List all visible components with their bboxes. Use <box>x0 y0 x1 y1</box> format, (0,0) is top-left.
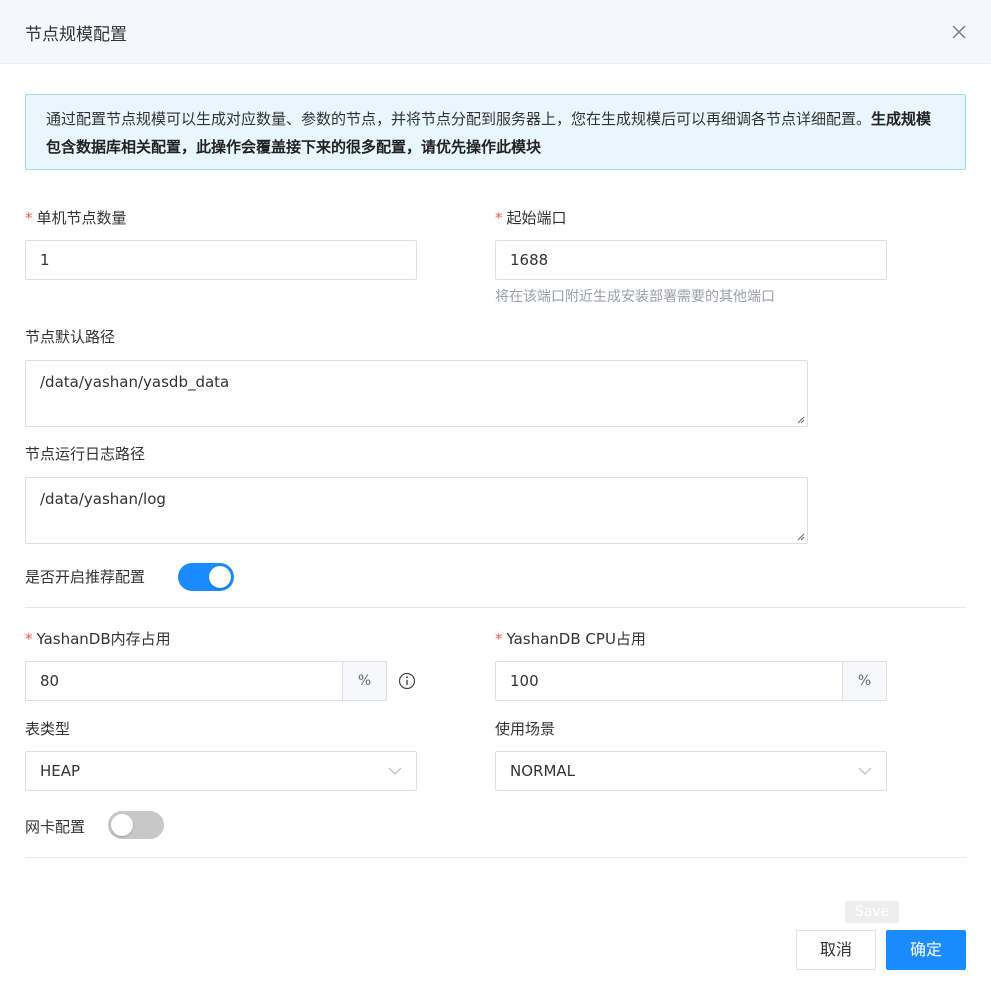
resize-handle-icon[interactable] <box>795 531 805 541</box>
memory-label-text: YashanDB内存占用 <box>36 630 171 648</box>
cpu-unit: % <box>842 662 886 700</box>
cpu-label-text: YashanDB CPU占用 <box>506 630 646 648</box>
nic-label: 网卡配置 <box>25 818 86 836</box>
recommend-label: 是否开启推荐配置 <box>25 568 146 586</box>
dialog-title: 节点规模配置 <box>25 25 127 45</box>
start-port-helper: 将在该端口附近生成安装部署需要的其他端口 <box>495 289 775 305</box>
switch-knob <box>111 814 133 836</box>
default-path-value: /data/yashan/yasdb_data <box>40 373 230 391</box>
info-notice: 通过配置节点规模可以生成对应数量、参数的节点，并将节点分配到服务器上，您在生成规… <box>25 94 966 170</box>
cancel-button[interactable]: 取消 <box>796 930 876 970</box>
dialog-header: 节点规模配置 <box>0 0 991 64</box>
required-mark: * <box>495 630 503 648</box>
nic-switch[interactable] <box>108 811 164 839</box>
chevron-down-icon <box>858 767 872 775</box>
start-port-label-text: 起始端口 <box>506 209 567 227</box>
log-path-label: 节点运行日志路径 <box>25 445 146 463</box>
start-port-value: 1688 <box>510 251 549 269</box>
log-path-textarea[interactable]: /data/yashan/log <box>25 477 808 544</box>
cpu-value: 100 <box>510 672 539 690</box>
memory-value: 80 <box>40 672 60 690</box>
scenario-label: 使用场景 <box>495 720 556 738</box>
section-divider <box>25 607 966 608</box>
notice-text: 通过配置节点规模可以生成对应数量、参数的节点，并将节点分配到服务器上，您在生成规… <box>46 110 872 128</box>
node-count-input[interactable]: 1 <box>25 240 417 280</box>
memory-input[interactable]: 80 % <box>25 661 387 701</box>
scenario-value: NORMAL <box>510 762 576 780</box>
chevron-down-icon <box>388 767 402 775</box>
confirm-button[interactable]: 确定 <box>886 930 966 970</box>
resize-handle-icon[interactable] <box>795 414 805 424</box>
required-mark: * <box>495 209 503 227</box>
table-type-select[interactable]: HEAP <box>25 751 417 791</box>
footer-divider <box>25 857 966 858</box>
recommend-switch[interactable] <box>178 563 234 591</box>
table-type-value: HEAP <box>40 762 81 780</box>
cpu-label: * YashanDB CPU占用 <box>495 628 646 649</box>
required-mark: * <box>25 630 33 648</box>
scenario-select[interactable]: NORMAL <box>495 751 887 791</box>
node-count-value: 1 <box>40 251 50 269</box>
node-count-label-text: 单机节点数量 <box>36 209 127 227</box>
close-icon <box>952 25 966 39</box>
memory-unit: % <box>342 662 386 700</box>
node-count-label: * 单机节点数量 <box>25 207 127 228</box>
required-mark: * <box>25 209 33 227</box>
log-path-value: /data/yashan/log <box>40 490 166 508</box>
cpu-input[interactable]: 100 % <box>495 661 887 701</box>
table-type-label: 表类型 <box>25 720 71 738</box>
close-button[interactable] <box>947 16 971 46</box>
default-path-label: 节点默认路径 <box>25 328 116 346</box>
start-port-input[interactable]: 1688 <box>495 240 887 280</box>
start-port-label: * 起始端口 <box>495 207 567 228</box>
memory-label: * YashanDB内存占用 <box>25 628 171 649</box>
info-icon[interactable] <box>398 672 416 690</box>
default-path-textarea[interactable]: /data/yashan/yasdb_data <box>25 360 808 427</box>
switch-knob <box>209 566 231 588</box>
save-chip[interactable]: Save <box>845 901 899 923</box>
